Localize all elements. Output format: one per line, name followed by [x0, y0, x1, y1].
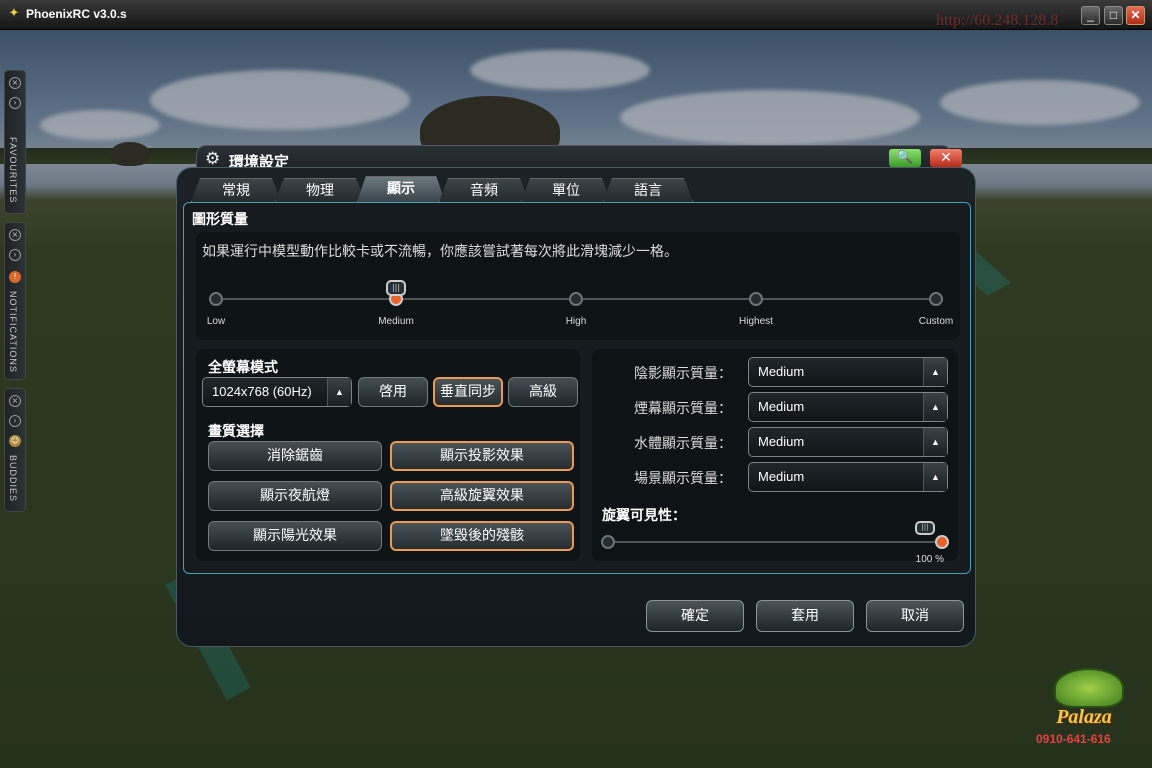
smoke-quality-select[interactable]: Medium ▲: [748, 392, 948, 422]
night-lights-toggle[interactable]: 顯示夜航燈: [208, 481, 382, 511]
graphics-quality-thumb-icon[interactable]: |||: [386, 280, 406, 296]
sun-effect-toggle[interactable]: 顯示陽光效果: [208, 521, 382, 551]
resolution-select[interactable]: 1024x768 (60Hz) ▲: [202, 377, 352, 407]
expand-icon[interactable]: ›: [9, 249, 21, 261]
buddies-label: BUDDIES: [8, 455, 18, 503]
favourites-label: FAVOURITES: [8, 137, 18, 204]
turtle-icon: [1054, 668, 1124, 708]
close-dialog-button[interactable]: ✕: [930, 149, 962, 167]
water-quality-label: 水體顯示質量：: [634, 436, 732, 452]
minimize-button[interactable]: _: [1081, 6, 1100, 25]
rotor-slider-thumb[interactable]: [935, 535, 949, 549]
chevron-up-icon: ▲: [923, 393, 947, 421]
scenery-quality-value: Medium: [758, 469, 805, 484]
tab-physics[interactable]: 物理: [275, 178, 365, 202]
tab-language[interactable]: 語言: [603, 178, 693, 202]
rotor-visibility-value: 100 %: [915, 554, 944, 565]
slider-stop-high[interactable]: [569, 292, 583, 306]
maximize-button[interactable]: □: [1104, 6, 1123, 25]
slider-stop-highest[interactable]: [749, 292, 763, 306]
graphics-quality-description: 如果運行中模型動作比較卡或不流暢，你應該嘗試著每次將此滑塊減少一格。: [202, 244, 678, 260]
display-settings-panel: 圖形質量 如果運行中模型動作比較卡或不流暢，你應該嘗試著每次將此滑塊減少一格。 …: [183, 202, 971, 574]
logo-text: Palaza: [1056, 706, 1112, 728]
close-icon[interactable]: ×: [9, 77, 21, 89]
rotor-thumb-handle-icon[interactable]: |||: [915, 521, 935, 535]
window-title: PhoenixRC v3.0.s: [26, 7, 127, 21]
slider-stop-custom[interactable]: [929, 292, 943, 306]
resolution-value: 1024x768 (60Hz): [212, 384, 312, 399]
fullscreen-title: 全螢幕模式: [208, 360, 278, 376]
palaza-logo: Palaza 0910-641-616: [1024, 668, 1144, 758]
slider-label-custom: Custom: [918, 316, 954, 327]
antialias-toggle[interactable]: 消除鋸齒: [208, 441, 382, 471]
slider-label-medium: Medium: [378, 316, 414, 327]
shadow-quality-label: 陰影顯示質量：: [634, 366, 732, 382]
enable-fullscreen-button[interactable]: 啓用: [358, 377, 428, 407]
chevron-up-icon: ▲: [923, 463, 947, 491]
crash-debris-toggle[interactable]: 墜毀後的殘骸: [390, 521, 574, 551]
smoke-quality-label: 煙幕顯示質量：: [634, 401, 732, 417]
rotor-effect-toggle[interactable]: 高級旋翼效果: [390, 481, 574, 511]
smoke-quality-value: Medium: [758, 399, 805, 414]
close-icon[interactable]: ×: [9, 395, 21, 407]
search-button[interactable]: 🔍: [889, 149, 921, 167]
chevron-up-icon: ▲: [923, 358, 947, 386]
scenery-quality-select[interactable]: Medium ▲: [748, 462, 948, 492]
rotor-visibility-track[interactable]: [608, 541, 942, 543]
logo-phone: 0910-641-616: [1036, 732, 1111, 746]
apply-button[interactable]: 套用: [756, 600, 854, 632]
close-icon[interactable]: ×: [9, 229, 21, 241]
tab-units[interactable]: 單位: [521, 178, 611, 202]
ok-button[interactable]: 確定: [646, 600, 744, 632]
expand-icon[interactable]: ›: [9, 415, 21, 427]
notifications-panel[interactable]: × › ! NOTIFICATIONS: [4, 222, 26, 380]
chevron-up-icon: ▲: [327, 378, 351, 406]
favourites-panel[interactable]: × › FAVOURITES: [4, 70, 26, 214]
graphics-quality-title: 圖形質量: [192, 212, 248, 228]
settings-dialog: ⚙ 環境設定 🔍 ✕ 常規 物理 顯示 音頻 單位 語言 圖形質量 如果運行中模…: [176, 145, 976, 647]
cancel-button[interactable]: 取消: [866, 600, 964, 632]
shadow-quality-select[interactable]: Medium ▲: [748, 357, 948, 387]
shadow-quality-value: Medium: [758, 364, 805, 379]
water-quality-value: Medium: [758, 434, 805, 449]
notifications-label: NOTIFICATIONS: [8, 291, 18, 373]
water-quality-select[interactable]: Medium ▲: [748, 427, 948, 457]
phoenix-app-icon: ✦: [8, 6, 20, 21]
quality-options-title: 畫質選擇: [208, 424, 264, 440]
advanced-button[interactable]: 高級: [508, 377, 578, 407]
rotor-slider-min[interactable]: [601, 535, 615, 549]
url-overlay-text: http://60.248.128.8: [936, 12, 1059, 29]
close-window-button[interactable]: ✕: [1126, 6, 1145, 25]
scenery-quality-label: 場景顯示質量：: [634, 471, 732, 487]
slider-stop-low[interactable]: [209, 292, 223, 306]
tab-general[interactable]: 常規: [191, 178, 281, 202]
vsync-button[interactable]: 垂直同步: [433, 377, 503, 407]
alert-icon: !: [9, 271, 21, 283]
slider-label-highest: Highest: [739, 316, 773, 327]
buddies-icon: ☺: [9, 435, 21, 447]
tab-display[interactable]: 顯示: [357, 176, 445, 202]
tab-audio[interactable]: 音頻: [439, 178, 529, 202]
shadows-toggle[interactable]: 顯示投影效果: [390, 441, 574, 471]
gear-icon: ⚙: [205, 149, 221, 169]
dialog-body: 常規 物理 顯示 音頻 單位 語言 圖形質量 如果運行中模型動作比較卡或不流暢，…: [176, 167, 976, 647]
expand-icon[interactable]: ›: [9, 97, 21, 109]
slider-label-high: High: [565, 316, 587, 327]
chevron-up-icon: ▲: [923, 428, 947, 456]
buddies-panel[interactable]: × › ☺ BUDDIES: [4, 388, 26, 512]
rotor-visibility-title: 旋翼可見性：: [602, 508, 686, 524]
slider-label-low: Low: [206, 316, 226, 327]
